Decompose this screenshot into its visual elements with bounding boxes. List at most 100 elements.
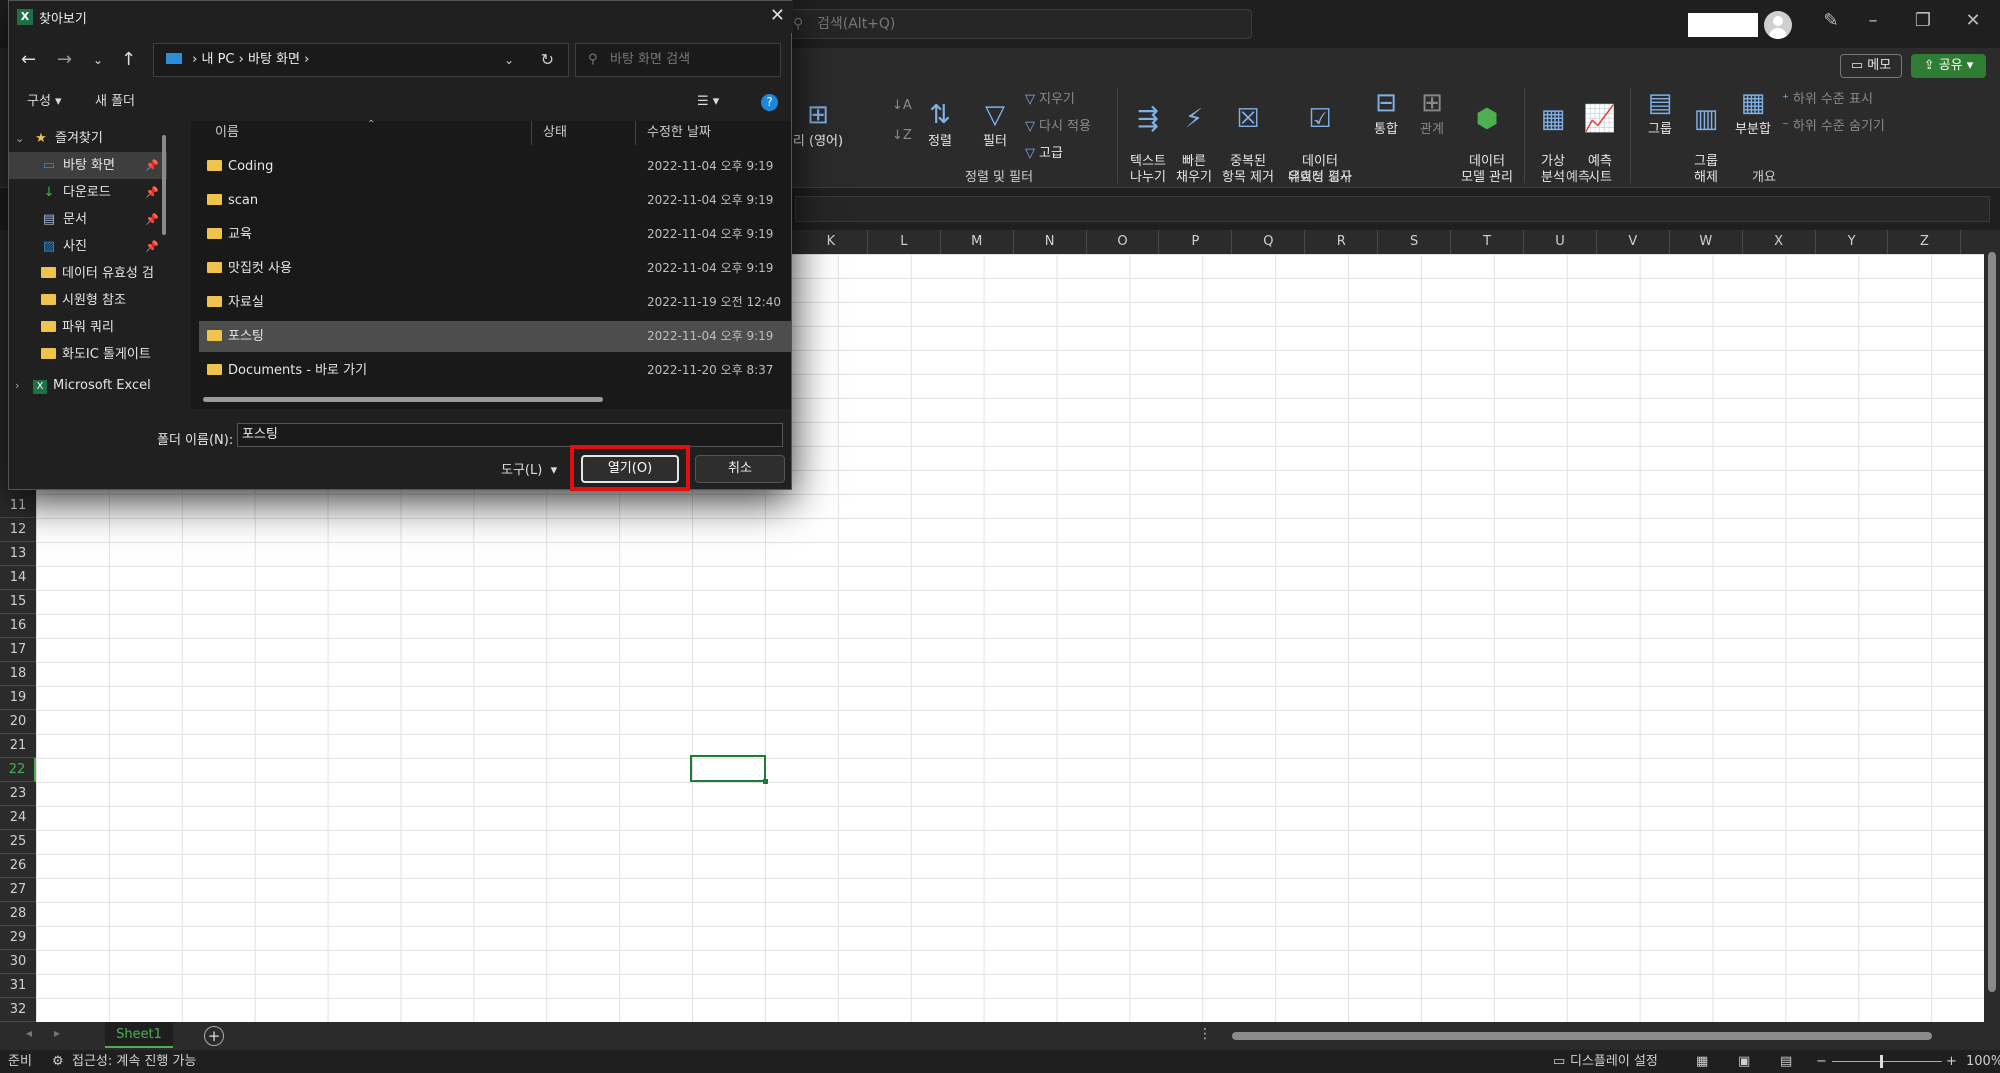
column-header[interactable]: R <box>1305 230 1379 254</box>
nav-item[interactable]: ↓ 다운로드 📌 <box>9 179 167 206</box>
horizontal-scrollbar[interactable] <box>1222 1030 1982 1042</box>
minimize-icon[interactable]: – <box>1858 10 1888 31</box>
chevron-down-icon[interactable]: ⌄ <box>15 125 24 152</box>
filter-button[interactable]: ▽ 필터 <box>975 100 1015 150</box>
row-header[interactable]: 26 <box>0 854 36 878</box>
active-cell[interactable] <box>690 755 768 784</box>
column-divider[interactable] <box>635 121 636 145</box>
file-row[interactable]: Coding 2022-11-04 오후 9:19 <box>199 151 791 182</box>
reapply-button[interactable]: ▽ 다시 적용 <box>1025 115 1091 134</box>
excel-search-box[interactable]: ⚲ 검색(Alt+Q) <box>782 9 1252 39</box>
chevron-right-icon[interactable]: › <box>15 372 19 399</box>
recent-locations-icon[interactable]: ⌄ <box>93 53 103 67</box>
column-header[interactable]: Z <box>1889 230 1962 254</box>
nav-item[interactable]: ⌄ ★ 즐겨찾기 <box>9 125 167 152</box>
nav-item[interactable]: ▭ 바탕 화면 📌 <box>9 152 167 179</box>
remove-duplicates-button[interactable]: ☒ 중복된 항목 제거 <box>1218 88 1278 186</box>
breadcrumb-item[interactable]: 내 PC <box>201 52 234 67</box>
sort-button[interactable]: ⇅ 정렬 <box>920 100 960 150</box>
column-header[interactable]: N <box>1014 230 1087 254</box>
row-header[interactable]: 11 <box>0 494 36 518</box>
row-header[interactable]: 18 <box>0 662 36 686</box>
advanced-filter-button[interactable]: ▽ 고급 <box>1025 142 1063 161</box>
file-row[interactable]: 포스팅 2022-11-04 오후 9:19 <box>199 321 791 352</box>
vertical-scroll-thumb[interactable] <box>1988 252 1996 992</box>
zoom-in-icon[interactable]: + <box>1946 1050 1957 1073</box>
nav-item[interactable]: 시원형 참조 <box>9 287 167 314</box>
breadcrumb-item[interactable]: 바탕 화면 <box>248 52 300 67</box>
nav-item[interactable]: ▨ 사진 📌 <box>9 233 167 260</box>
up-arrow-icon[interactable]: ↑ <box>121 49 136 70</box>
account-name[interactable] <box>1688 13 1758 37</box>
file-row[interactable]: 맛집컷 사용 2022-11-04 오후 9:19 <box>199 253 791 284</box>
dialog-search-input[interactable]: ⚲ 바탕 화면 검색 <box>575 43 781 77</box>
row-header[interactable]: 25 <box>0 830 36 854</box>
file-row[interactable]: scan 2022-11-04 오후 9:19 <box>199 185 791 216</box>
close-window-icon[interactable]: ✕ <box>1958 10 1988 31</box>
file-row[interactable]: 자료실 2022-11-19 오전 12:40 <box>199 287 791 318</box>
file-row[interactable]: 교육 2022-11-04 오후 9:19 <box>199 219 791 250</box>
column-header-name[interactable]: 이름 <box>215 121 239 145</box>
column-header[interactable]: L <box>868 230 941 254</box>
row-header[interactable]: 19 <box>0 686 36 710</box>
close-icon[interactable]: ✕ <box>770 5 785 26</box>
zoom-slider-track[interactable] <box>1832 1061 1942 1062</box>
split-handle-icon[interactable]: ⋮ <box>1198 1026 1212 1042</box>
row-header[interactable]: 13 <box>0 542 36 566</box>
column-header[interactable]: X <box>1743 230 1816 254</box>
folder-name-input[interactable]: 포스팅 <box>237 423 783 447</box>
organize-button[interactable]: 구성 ▾ <box>27 87 62 117</box>
sort-desc-icon[interactable]: ↓Z <box>892 128 912 143</box>
data-model-button[interactable]: ⬢ 데이터 모델 관리 <box>1456 88 1518 186</box>
cancel-button[interactable]: 취소 <box>695 455 785 483</box>
sort-asc-icon[interactable]: ↓A <box>892 98 912 113</box>
column-header[interactable]: V <box>1597 230 1670 254</box>
row-header[interactable]: 31 <box>0 974 36 998</box>
nav-item[interactable]: › X Microsoft Excel <box>9 372 167 399</box>
zoom-slider-thumb[interactable] <box>1880 1055 1883 1068</box>
row-header[interactable]: 28 <box>0 902 36 926</box>
flash-fill-button[interactable]: ⚡ 빠른 채우기 <box>1174 88 1214 186</box>
next-sheet-icon[interactable]: ▸ <box>54 1026 60 1040</box>
prev-sheet-icon[interactable]: ◂ <box>26 1026 32 1040</box>
nav-scrollbar[interactable] <box>162 135 166 235</box>
row-header[interactable]: 32 <box>0 998 36 1022</box>
normal-view-icon[interactable]: ▦ <box>1696 1050 1708 1073</box>
group-button[interactable]: ▤ 그룹 <box>1640 88 1680 138</box>
page-break-icon[interactable]: ▤ <box>1780 1050 1792 1073</box>
open-button[interactable]: 열기(O) <box>581 455 679 483</box>
add-sheet-button[interactable]: + <box>204 1026 224 1046</box>
hide-detail-button[interactable]: ⁻ 하위 수준 숨기기 <box>1782 115 1885 134</box>
address-dropdown-icon[interactable]: ⌄ <box>504 44 514 76</box>
zoom-out-icon[interactable]: − <box>1816 1050 1827 1073</box>
share-button[interactable]: ⇪ 공유 ▾ <box>1911 54 1986 78</box>
file-row[interactable]: Documents - 바로 가기 2022-11-20 오후 8:37 <box>199 355 791 386</box>
column-header[interactable]: S <box>1378 230 1452 254</box>
help-icon[interactable]: ? <box>761 94 778 111</box>
row-header[interactable]: 27 <box>0 878 36 902</box>
new-folder-button[interactable]: 새 폴더 <box>95 87 135 117</box>
row-header[interactable]: 23 <box>0 782 36 806</box>
column-header[interactable]: Y <box>1816 230 1889 254</box>
column-divider[interactable] <box>531 121 532 145</box>
page-layout-icon[interactable]: ▣ <box>1738 1050 1750 1073</box>
nav-item[interactable]: 화도IC 톨게이트 <box>9 341 167 368</box>
row-header[interactable]: 12 <box>0 518 36 542</box>
column-header[interactable]: M <box>941 230 1014 254</box>
subtotal-button[interactable]: ▦ 부분합 <box>1730 88 1776 138</box>
row-header[interactable]: 24 <box>0 806 36 830</box>
row-header[interactable]: 15 <box>0 590 36 614</box>
show-detail-button[interactable]: ⁺ 하위 수준 표시 <box>1782 88 1873 107</box>
relationships-button[interactable]: ⊞ 관계 <box>1414 88 1450 138</box>
zoom-level[interactable]: 100% <box>1966 1050 2000 1073</box>
file-list-scrollbar[interactable] <box>203 397 603 402</box>
row-header[interactable]: 30 <box>0 950 36 974</box>
refresh-icon[interactable]: ↻ <box>541 44 554 76</box>
display-settings-button[interactable]: 디스플레이 설정 <box>1570 1050 1658 1073</box>
ungroup-button[interactable]: ▥ 그룹 해제 <box>1686 88 1726 186</box>
column-header-modified[interactable]: 수정한 날짜 <box>647 121 711 145</box>
forward-arrow-icon[interactable]: → <box>57 49 72 70</box>
column-header[interactable]: P <box>1160 230 1233 254</box>
row-header[interactable]: 20 <box>0 710 36 734</box>
restore-icon[interactable]: ❐ <box>1908 10 1938 31</box>
